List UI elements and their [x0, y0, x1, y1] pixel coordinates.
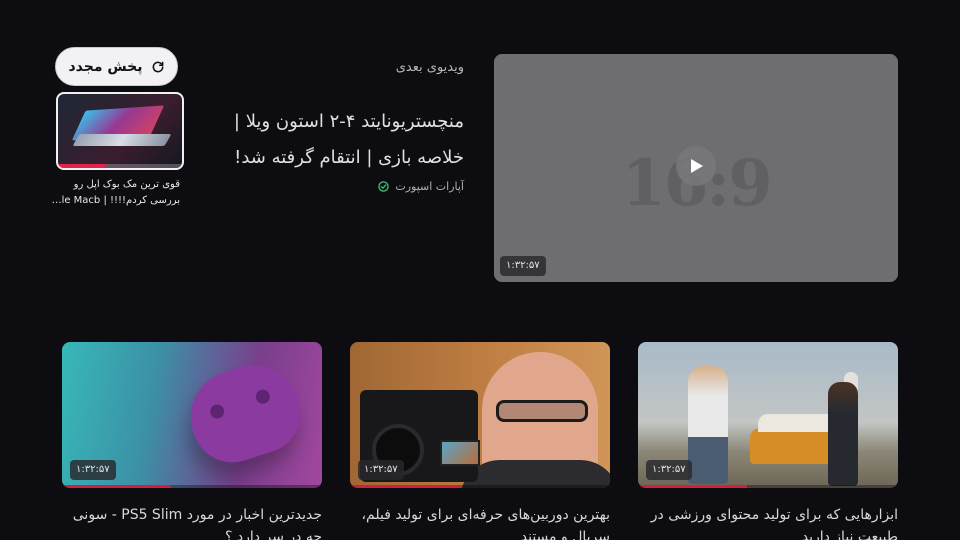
- play-icon: [691, 159, 703, 173]
- video-title[interactable]: بهترین دوربین‌های حرفه‌ای برای تولید فیل…: [350, 504, 611, 540]
- channel-name: آپارات اسپورت: [395, 180, 464, 193]
- previous-video-title-line1: قوی ترین مک بوک اپل رو: [73, 179, 180, 190]
- replay-label: پخش مجدد: [68, 58, 143, 75]
- person-image: [828, 382, 858, 486]
- previous-video-progress: [58, 164, 182, 168]
- previous-video-title[interactable]: قوی ترین مک بوک اپل رو بررسی کردم!!!! | …: [48, 177, 180, 209]
- watch-progress: [638, 485, 898, 488]
- play-button[interactable]: [676, 146, 716, 186]
- end-screen: پخش مجدد قوی ترین مک بوک اپل رو بررسی کر…: [0, 0, 960, 540]
- verified-icon: [378, 181, 390, 192]
- recommended-video-card[interactable]: ۱:۳۲:۵۷ جدیدترین اخبار در مورد PS5 Slim …: [62, 342, 322, 540]
- up-next-label: ویدیوی بعدی: [395, 60, 464, 75]
- person-image: [688, 366, 728, 484]
- up-next-title[interactable]: منچستریونایتد ۴-۲ استون ویلا | خلاصه باز…: [190, 104, 464, 176]
- previous-video-thumbnail[interactable]: [56, 92, 184, 170]
- shirt-image: [460, 460, 610, 488]
- up-next-info: ویدیوی بعدی منچستریونایتد ۴-۲ استون ویلا…: [190, 54, 464, 193]
- video-thumbnail[interactable]: ۱:۳۲:۵۷: [62, 342, 322, 488]
- recommended-video-card[interactable]: ۱:۳۲:۵۷ ابزارهایی که برای تولید محتوای و…: [638, 342, 898, 540]
- watch-progress: [62, 485, 322, 488]
- previous-video-title-line2: بررسی کردم!!!! | Apple Macb...: [48, 195, 180, 206]
- laptop-base-image: [72, 134, 172, 146]
- up-next-video-player[interactable]: 16:9 ۱:۳۲:۵۷: [494, 54, 898, 282]
- recommended-video-card[interactable]: ۱:۳۲:۵۷ بهترین دوربین‌های حرفه‌ای برای ت…: [350, 342, 610, 540]
- replay-button[interactable]: پخش مجدد: [55, 47, 178, 86]
- video-title[interactable]: جدیدترین اخبار در مورد PS5 Slim - سونی چ…: [62, 504, 322, 540]
- glasses-image: [496, 400, 588, 422]
- channel-row[interactable]: آپارات اسپورت: [190, 180, 464, 193]
- gamepad-image: [178, 353, 312, 473]
- video-duration: ۱:۳۲:۵۷: [358, 460, 404, 480]
- replay-icon: [152, 61, 163, 72]
- video-thumbnail[interactable]: ۱:۳۲:۵۷: [638, 342, 898, 488]
- video-thumbnail[interactable]: ۱:۳۲:۵۷: [350, 342, 610, 488]
- camera-screen-image: [440, 440, 480, 466]
- video-duration: ۱:۳۲:۵۷: [646, 460, 692, 480]
- video-title[interactable]: ابزارهایی که برای تولید محتوای ورزشی در …: [638, 504, 898, 540]
- watch-progress: [350, 485, 610, 488]
- video-duration: ۱:۳۲:۵۷: [500, 256, 546, 276]
- video-duration: ۱:۳۲:۵۷: [70, 460, 116, 480]
